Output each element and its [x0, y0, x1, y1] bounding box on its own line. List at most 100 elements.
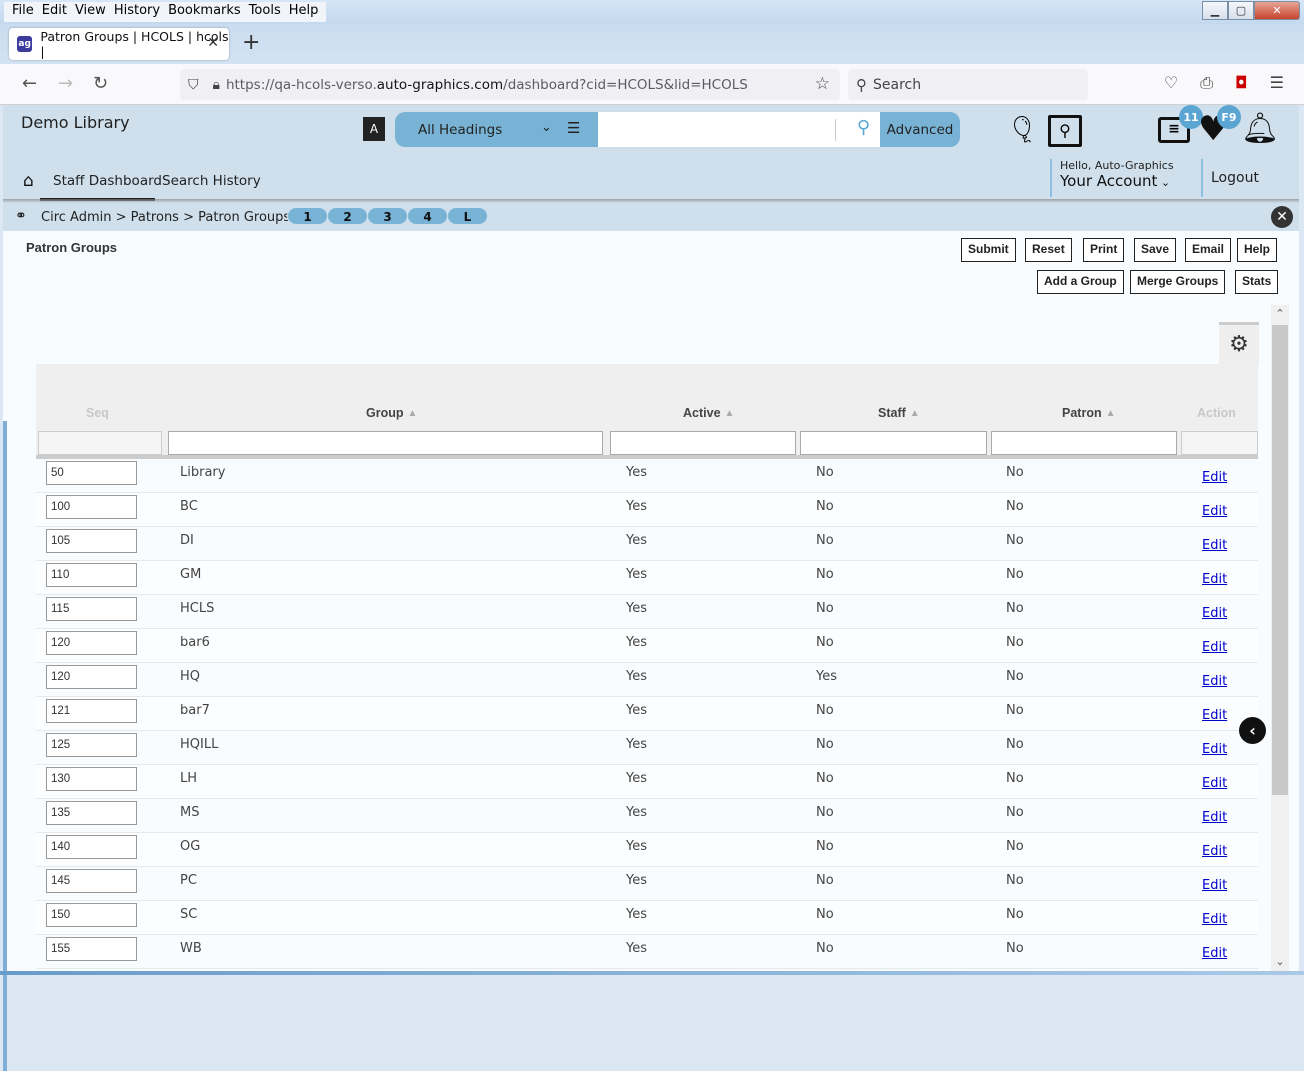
menu-bookmarks[interactable]: Bookmarks	[164, 2, 245, 22]
column-header-patron[interactable]: Patron ▲	[1062, 406, 1115, 420]
seq-input[interactable]	[46, 801, 137, 825]
seq-input[interactable]	[46, 767, 137, 791]
url-domain: auto-graphics.com	[376, 76, 504, 93]
filter-staff[interactable]	[800, 431, 987, 455]
catalog-search-input[interactable]: ⚲	[598, 112, 880, 147]
account-menu[interactable]: Hello, Auto-Graphics Your Account ⌄	[1050, 159, 1174, 197]
edit-link[interactable]: Edit	[1202, 572, 1227, 587]
maximize-button[interactable]: ▢	[1228, 1, 1254, 20]
filter-group[interactable]	[168, 431, 603, 455]
edit-link[interactable]: Edit	[1202, 776, 1227, 791]
bell-icon[interactable]: 🔔︎	[1241, 111, 1279, 146]
edit-link[interactable]: Edit	[1202, 708, 1227, 723]
home-icon[interactable]: ⌂	[23, 171, 34, 191]
window-close-button[interactable]: ✕	[1254, 1, 1300, 20]
scrollbar[interactable]: ⌃ ⌄	[1271, 305, 1289, 971]
page-tab-4[interactable]: 4	[407, 207, 448, 225]
minimize-button[interactable]: ▁	[1202, 1, 1228, 20]
extension-icon[interactable]: ◘	[1235, 73, 1248, 93]
scroll-down-icon[interactable]: ⌄	[1271, 953, 1289, 971]
print-icon[interactable]: ⎙	[1200, 73, 1213, 93]
new-tab-button[interactable]: +	[242, 30, 260, 55]
column-header-active[interactable]: Active ▲	[683, 406, 734, 420]
edit-link[interactable]: Edit	[1202, 504, 1227, 519]
nav-search-history[interactable]: Search History	[162, 173, 261, 189]
logout-link[interactable]: Logout	[1201, 159, 1259, 197]
edit-link[interactable]: Edit	[1202, 810, 1227, 825]
submit-button[interactable]: Submit	[961, 238, 1016, 262]
edit-link[interactable]: Edit	[1202, 878, 1227, 893]
database-icon[interactable]: ☰	[567, 119, 580, 137]
edit-link[interactable]: Edit	[1202, 912, 1227, 927]
column-header-group[interactable]: Group ▲	[366, 406, 417, 420]
seq-input[interactable]	[46, 597, 137, 621]
filter-patron[interactable]	[991, 431, 1177, 455]
seq-input[interactable]	[46, 461, 137, 485]
email-button[interactable]: Email	[1185, 238, 1232, 262]
breadcrumb-bar: ⚭ Circ Admin > Patrons > Patron Groups 1…	[3, 205, 1299, 229]
edit-link[interactable]: Edit	[1202, 538, 1227, 553]
scan-search-icon[interactable]: ⚲	[1048, 115, 1082, 147]
help-button[interactable]: Help	[1237, 238, 1278, 262]
menu-view[interactable]: View	[71, 2, 110, 22]
edit-link[interactable]: Edit	[1202, 946, 1227, 961]
edit-link[interactable]: Edit	[1202, 742, 1227, 757]
back-icon[interactable]: ←	[22, 73, 37, 94]
seq-input[interactable]	[46, 903, 137, 927]
print-button[interactable]: Print	[1083, 238, 1125, 262]
page-tab-1[interactable]: 1	[287, 207, 328, 225]
page-tab-2[interactable]: 2	[327, 207, 368, 225]
advanced-search-button[interactable]: Advanced	[880, 112, 960, 147]
seq-input[interactable]	[46, 733, 137, 757]
menu-edit[interactable]: Edit	[38, 2, 71, 22]
url-bar[interactable]: ⛉ 🔒︎ https://qa-hcols-verso. auto-graphic…	[180, 69, 840, 100]
reload-icon[interactable]: ↻	[93, 73, 108, 94]
bookmark-star-icon[interactable]: ☆	[815, 74, 830, 94]
merge-groups-button[interactable]: Merge Groups	[1130, 270, 1226, 294]
pocket-icon[interactable]: ♡	[1164, 73, 1178, 93]
add-group-button[interactable]: Add a Group	[1037, 270, 1124, 294]
seq-input[interactable]	[46, 835, 137, 859]
seq-input[interactable]	[46, 631, 137, 655]
hamburger-menu-icon[interactable]: ☰	[1270, 73, 1284, 93]
menu-history[interactable]: History	[110, 2, 164, 22]
stats-button[interactable]: Stats	[1235, 270, 1279, 294]
reset-button[interactable]: Reset	[1025, 238, 1072, 262]
translate-icon[interactable]: A	[363, 117, 385, 141]
column-header-staff[interactable]: Staff ▲	[878, 406, 920, 420]
search-icon[interactable]: ⚲	[857, 117, 870, 138]
balloon-icon[interactable]: 🎈︎	[1006, 115, 1039, 145]
edit-link[interactable]: Edit	[1202, 674, 1227, 689]
page-tab-3[interactable]: 3	[367, 207, 408, 225]
menu-tools[interactable]: Tools	[245, 2, 285, 22]
heading-select[interactable]: All Headings ⌄ ☰	[395, 112, 598, 147]
edit-link[interactable]: Edit	[1202, 606, 1227, 621]
menu-file[interactable]: File	[8, 2, 38, 22]
save-button[interactable]: Save	[1134, 238, 1177, 262]
browser-search-field[interactable]: ⚲ Search	[848, 69, 1088, 100]
seq-input[interactable]	[46, 937, 137, 961]
seq-input[interactable]	[46, 869, 137, 893]
active-cell: Yes	[626, 703, 647, 718]
menu-help[interactable]: Help	[285, 2, 323, 22]
seq-input[interactable]	[46, 495, 137, 519]
edit-link[interactable]: Edit	[1202, 640, 1227, 655]
close-tab-icon[interactable]: ✕	[207, 35, 219, 51]
close-page-icon[interactable]: ✕	[1271, 206, 1293, 228]
settings-gear-icon[interactable]: ⚙	[1219, 322, 1259, 366]
edit-link[interactable]: Edit	[1202, 470, 1227, 485]
page-tab-last[interactable]: L	[447, 207, 488, 225]
window-titlebar: File Edit View History Bookmarks Tools H…	[0, 0, 1304, 24]
scroll-up-icon[interactable]: ⌃	[1271, 305, 1289, 323]
collapse-panel-icon[interactable]: ‹	[1239, 717, 1266, 744]
forward-icon[interactable]: →	[58, 73, 73, 94]
seq-input[interactable]	[46, 699, 137, 723]
browser-tab[interactable]: ag Patron Groups | HCOLS | hcols | ✕	[9, 28, 229, 60]
scrollbar-thumb[interactable]	[1272, 325, 1288, 795]
seq-input[interactable]	[46, 529, 137, 553]
edit-link[interactable]: Edit	[1202, 844, 1227, 859]
seq-input[interactable]	[46, 665, 137, 689]
filter-active[interactable]	[610, 431, 796, 455]
nav-staff-dashboard[interactable]: Staff Dashboard	[53, 173, 162, 189]
seq-input[interactable]	[46, 563, 137, 587]
